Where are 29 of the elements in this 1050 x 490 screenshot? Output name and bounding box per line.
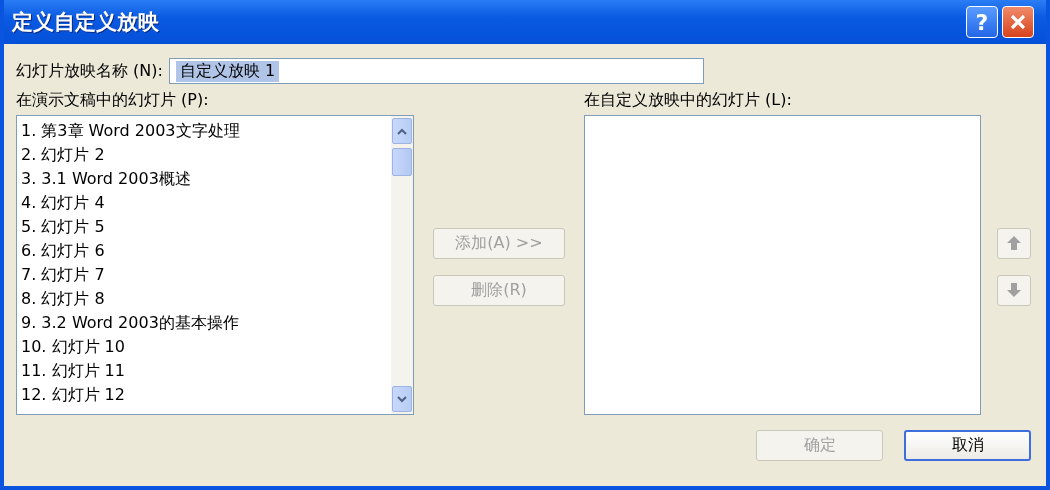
- slide-item[interactable]: 11. 幻灯片 11: [21, 359, 387, 383]
- scroll-thumb[interactable]: [392, 148, 412, 176]
- slide-item[interactable]: 12. 幻灯片 12: [21, 383, 387, 407]
- slide-item[interactable]: 7. 幻灯片 7: [21, 263, 387, 287]
- arrow-down-icon: [1006, 282, 1022, 298]
- slide-item[interactable]: 2. 幻灯片 2: [21, 143, 387, 167]
- window-title: 定义自定义放映: [12, 9, 159, 36]
- presentation-slides-label: 在演示文稿中的幻灯片 (P):: [16, 90, 210, 111]
- slide-item[interactable]: 3. 3.1 Word 2003概述: [21, 167, 387, 191]
- slide-item[interactable]: 6. 幻灯片 6: [21, 239, 387, 263]
- slide-item[interactable]: 8. 幻灯片 8: [21, 287, 387, 311]
- dialog-button[interactable]: 取消: [904, 430, 1031, 461]
- slide-item[interactable]: 4. 幻灯片 4: [21, 191, 387, 215]
- slide-item[interactable]: 5. 幻灯片 5: [21, 215, 387, 239]
- caret-down-icon: [397, 395, 407, 403]
- arrow-up-icon: [1006, 235, 1022, 251]
- scroll-up-button[interactable]: [392, 118, 412, 144]
- field-value: 自定义放映 1: [175, 60, 280, 82]
- slide-item[interactable]: 10. 幻灯片 10: [21, 335, 387, 359]
- scrollbar[interactable]: [391, 116, 413, 414]
- show-name-label: 幻灯片放映名称 (N):: [16, 60, 163, 82]
- slide-item[interactable]: 1. 第3章 Word 2003文字处理: [21, 119, 387, 143]
- scroll-down-button[interactable]: [392, 386, 412, 412]
- slide-item[interactable]: 9. 3.2 Word 2003的基本操作: [21, 311, 387, 335]
- close-button[interactable]: [1002, 6, 1034, 38]
- close-icon: [1008, 12, 1028, 32]
- caret-up-icon: [397, 127, 407, 135]
- show-name-field[interactable]: 自定义放映 1: [168, 58, 704, 84]
- custom-show-slides-label: 在自定义放映中的幻灯片 (L):: [584, 90, 793, 111]
